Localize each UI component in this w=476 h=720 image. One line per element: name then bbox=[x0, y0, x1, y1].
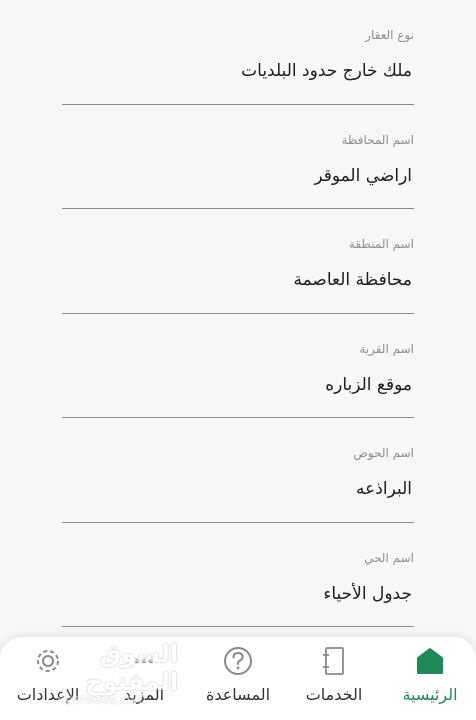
settings-icon bbox=[31, 644, 65, 678]
field-label: اسم المنطقة bbox=[348, 237, 414, 251]
village-field: اسم القرية موقع الزباره bbox=[62, 314, 414, 418]
tab-label: المزيد bbox=[123, 685, 165, 704]
tab-label: الرئيسية bbox=[402, 685, 458, 704]
tab-label: الإعدادات bbox=[16, 685, 80, 704]
basin-field: اسم الحوض البراذعه bbox=[62, 418, 414, 523]
tab-settings[interactable]: الإعدادات bbox=[4, 637, 92, 720]
tab-home[interactable]: الرئيسية bbox=[388, 637, 472, 720]
more-icon bbox=[127, 644, 161, 678]
field-label: اسم المحافظة bbox=[341, 132, 414, 147]
field-value: محافظة العاصمة bbox=[293, 270, 412, 290]
tab-label: المساعدة bbox=[205, 685, 271, 704]
field-label: اسم الحوض bbox=[353, 446, 414, 460]
services-icon bbox=[317, 644, 351, 678]
neighborhood-field: اسم الحي جدول الأحياء bbox=[62, 523, 414, 627]
field-value: جدول الأحياء bbox=[323, 583, 412, 604]
tab-label: الخدمات bbox=[305, 685, 363, 704]
help-icon bbox=[221, 644, 255, 678]
property-details-form: نوع العقار ملك خارج حدود البلديات اسم ال… bbox=[62, 0, 414, 627]
field-label: اسم الحي bbox=[364, 550, 414, 565]
tab-services[interactable]: الخدمات bbox=[296, 637, 372, 720]
bottom-tab-bar: الرئيسية الخدمات المساعدة المزيد الإعداد… bbox=[0, 637, 476, 720]
field-value: اراضي الموقر bbox=[314, 165, 412, 186]
home-icon bbox=[413, 644, 447, 678]
tab-more[interactable]: المزيد bbox=[108, 637, 180, 720]
property-type-field: نوع العقار ملك خارج حدود البلديات bbox=[62, 0, 414, 105]
tab-help[interactable]: المساعدة bbox=[196, 637, 280, 720]
field-value: موقع الزباره bbox=[325, 374, 412, 395]
field-value: ملك خارج حدود البلديات bbox=[241, 61, 412, 81]
field-value: البراذعه bbox=[356, 479, 412, 499]
field-label: نوع العقار bbox=[365, 28, 414, 42]
region-field: اسم المنطقة محافظة العاصمة bbox=[62, 209, 414, 314]
field-label: اسم القرية bbox=[359, 341, 414, 356]
governorate-field: اسم المحافظة اراضي الموقر bbox=[62, 105, 414, 209]
